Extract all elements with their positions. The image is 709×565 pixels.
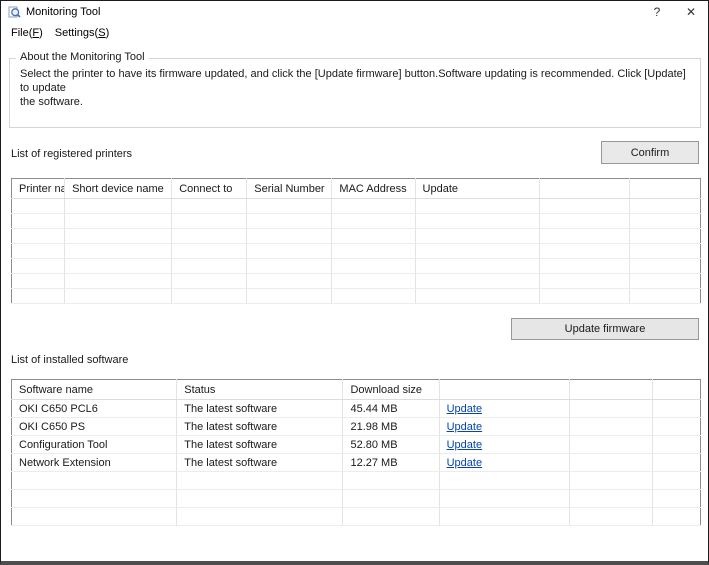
update-link[interactable]: Update — [447, 457, 482, 469]
registered-printers-label: List of registered printers — [11, 148, 132, 160]
software-name-cell: Configuration Tool — [12, 436, 177, 454]
column-header-short-device-name[interactable]: Short device name — [65, 179, 172, 199]
printers-empty-row — [12, 199, 701, 214]
software-size-cell: 52.80 MB — [343, 436, 439, 454]
software-name-cell: Network Extension — [12, 454, 177, 472]
printers-empty-row — [12, 214, 701, 229]
software-update-cell: Update — [439, 400, 569, 418]
installed-software-table: Software name Status Download size OKI C… — [11, 379, 701, 526]
menu-item-file[interactable]: File(F) — [5, 25, 49, 41]
column-header-blank-1 — [539, 179, 629, 199]
update-firmware-button[interactable]: Update firmware — [511, 318, 699, 340]
printers-header-row: Printer na... Short device name Connect … — [12, 179, 701, 199]
column-header-update[interactable]: Update — [415, 179, 539, 199]
close-button[interactable]: ✕ — [674, 2, 708, 22]
column-header-serial-number[interactable]: Serial Number — [247, 179, 332, 199]
software-row-oki-c650-ps[interactable]: OKI C650 PS The latest software 21.98 MB… — [12, 418, 701, 436]
software-update-cell: Update — [439, 418, 569, 436]
column-header-blank-2 — [569, 380, 652, 400]
column-header-blank-3 — [652, 380, 700, 400]
printers-empty-row — [12, 259, 701, 274]
column-header-blank-1 — [439, 380, 569, 400]
software-name-cell: OKI C650 PS — [12, 418, 177, 436]
about-text: Select the printer to have its firmware … — [20, 67, 690, 109]
software-empty-row — [12, 472, 701, 490]
column-header-connect-to[interactable]: Connect to — [172, 179, 247, 199]
printers-empty-row — [12, 289, 701, 304]
software-size-cell: 45.44 MB — [343, 400, 439, 418]
software-empty-row — [12, 508, 701, 526]
window-title: Monitoring Tool — [26, 6, 100, 18]
installed-software-label: List of installed software — [11, 354, 128, 366]
update-link[interactable]: Update — [447, 421, 482, 433]
printers-empty-row — [12, 274, 701, 289]
software-update-cell: Update — [439, 454, 569, 472]
column-header-status[interactable]: Status — [177, 380, 343, 400]
software-size-cell: 21.98 MB — [343, 418, 439, 436]
column-header-blank-2 — [629, 179, 700, 199]
printers-empty-row — [12, 244, 701, 259]
column-header-printer-name[interactable]: Printer na... — [12, 179, 65, 199]
software-status-cell: The latest software — [177, 436, 343, 454]
menu-item-settings[interactable]: Settings(S) — [49, 25, 115, 41]
column-header-download-size[interactable]: Download size — [343, 380, 439, 400]
about-groupbox-title: About the Monitoring Tool — [16, 51, 149, 63]
about-groupbox: About the Monitoring Tool Select the pri… — [9, 58, 701, 128]
software-row-network-extension[interactable]: Network Extension The latest software 12… — [12, 454, 701, 472]
software-status-cell: The latest software — [177, 400, 343, 418]
monitoring-tool-window: Monitoring Tool ? ✕ File(F) Settings(S) … — [0, 0, 709, 565]
registered-printers-table: Printer na... Short device name Connect … — [11, 178, 701, 304]
software-row-configuration-tool[interactable]: Configuration Tool The latest software 5… — [12, 436, 701, 454]
confirm-button[interactable]: Confirm — [601, 141, 699, 164]
update-link[interactable]: Update — [447, 439, 482, 451]
software-name-cell: OKI C650 PCL6 — [12, 400, 177, 418]
title-bar: Monitoring Tool ? ✕ — [1, 1, 708, 23]
app-magnifier-icon — [8, 6, 21, 19]
column-header-software-name[interactable]: Software name — [12, 380, 177, 400]
software-status-cell: The latest software — [177, 454, 343, 472]
software-empty-row — [12, 490, 701, 508]
software-status-cell: The latest software — [177, 418, 343, 436]
printers-empty-row — [12, 229, 701, 244]
column-header-mac-address[interactable]: MAC Address — [332, 179, 415, 199]
menu-bar: File(F) Settings(S) — [1, 23, 708, 43]
software-row-oki-c650-pcl6[interactable]: OKI C650 PCL6 The latest software 45.44 … — [12, 400, 701, 418]
software-size-cell: 12.27 MB — [343, 454, 439, 472]
software-header-row: Software name Status Download size — [12, 380, 701, 400]
help-button[interactable]: ? — [640, 2, 674, 22]
update-link[interactable]: Update — [447, 403, 482, 415]
software-update-cell: Update — [439, 436, 569, 454]
